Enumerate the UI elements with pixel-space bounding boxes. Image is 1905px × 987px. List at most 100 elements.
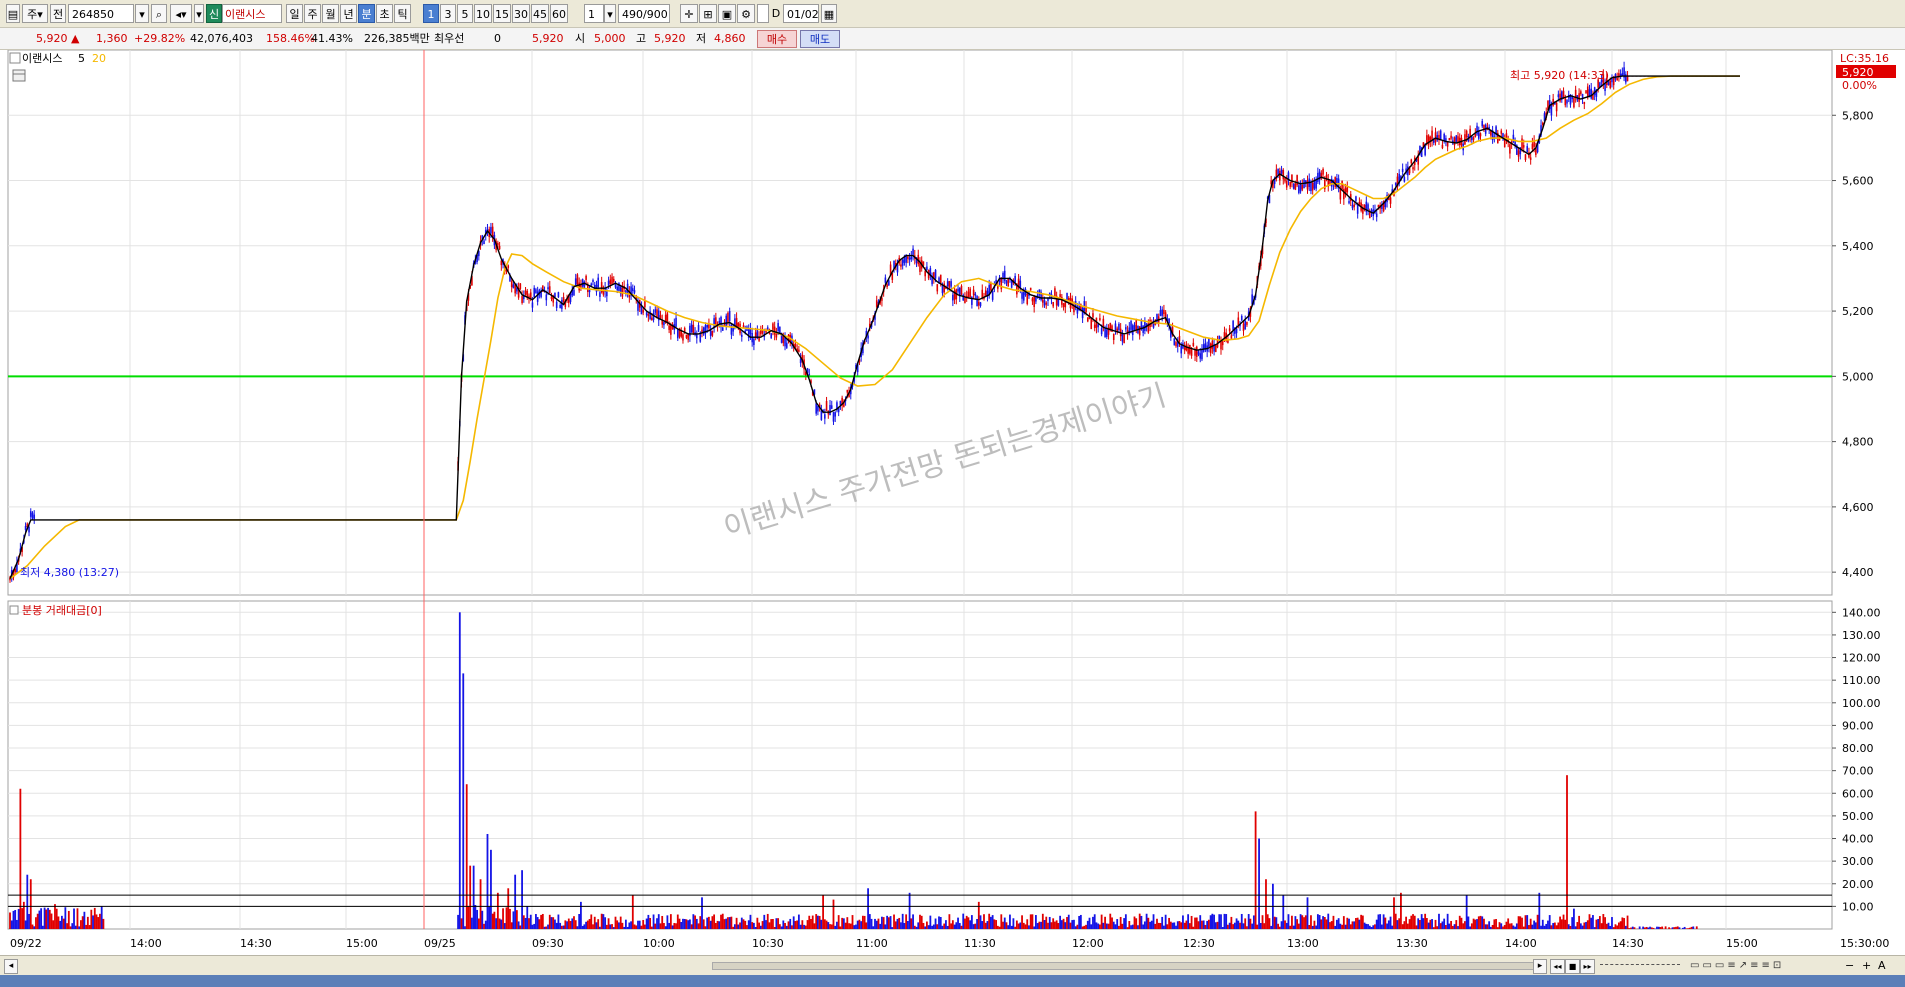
candle-body <box>559 304 561 308</box>
stop-icon[interactable]: ■ <box>1565 959 1580 974</box>
candle-body <box>690 324 693 333</box>
volume-bar <box>893 914 895 929</box>
volume-bar <box>24 920 27 929</box>
play-next-icon[interactable]: ▸▸ <box>1580 959 1595 974</box>
gear-icon[interactable]: ⚙ <box>737 4 755 23</box>
volume-bar <box>1066 917 1068 929</box>
stock-name[interactable]: 이랜시스 <box>222 4 282 23</box>
candle-body <box>924 271 926 277</box>
period-button-4[interactable]: 분 <box>358 4 375 23</box>
interval-button-5[interactable]: 5 <box>457 4 473 23</box>
volume-bar <box>1502 926 1504 929</box>
crosshair-icon[interactable]: ✛ <box>680 4 698 23</box>
scroll-thumb[interactable] <box>712 962 1534 970</box>
volume-bar <box>1384 917 1387 929</box>
scroll-right-icon[interactable]: ▸ <box>1533 959 1547 974</box>
volume-bar <box>770 919 773 929</box>
candle-body <box>770 333 772 338</box>
interval-button-1[interactable]: 1 <box>423 4 439 23</box>
volume-bar <box>1337 918 1340 929</box>
period-button-3[interactable]: 년 <box>340 4 357 23</box>
volume-legend-box-icon[interactable] <box>9 605 19 615</box>
scroll-left-icon[interactable]: ◂ <box>4 959 18 974</box>
step-dropdown-icon[interactable]: ▾ <box>604 4 616 23</box>
volume-bar <box>1188 923 1191 929</box>
font-size-button[interactable]: A <box>1878 959 1894 972</box>
code-input[interactable]: 264850 <box>68 4 134 23</box>
candle-body <box>1439 130 1442 141</box>
sell-button[interactable]: 매도 <box>800 30 840 48</box>
volume-bar <box>1420 914 1423 929</box>
interval-button-45[interactable]: 45 <box>531 4 549 23</box>
volume-bar <box>1349 924 1352 929</box>
volume-bar <box>66 923 68 929</box>
interval-button-15[interactable]: 15 <box>493 4 511 23</box>
volume-bar <box>1232 924 1235 929</box>
period-button-0[interactable]: 일 <box>286 4 303 23</box>
calendar-icon[interactable] <box>12 69 26 82</box>
candle-body <box>606 291 608 297</box>
step-input[interactable]: 1 <box>584 4 604 23</box>
buy-button[interactable]: 매수 <box>757 30 797 48</box>
volume-bar <box>1176 921 1179 929</box>
chart-canvas[interactable]: 09/22 14:00 14:30 15:00 09/25 09:30 10:00 10:30… <box>0 50 1905 955</box>
horizontal-scrollbar[interactable]: ◂ ▸ ◂◂ ■ ▸▸ ▭▭▭≡↗≡≡⊡ − + A <box>0 955 1905 975</box>
interval-button-3[interactable]: 3 <box>440 4 456 23</box>
candle-body <box>1500 130 1503 134</box>
volume-bar <box>758 922 760 929</box>
candle-body <box>1301 184 1304 190</box>
zoom-out-icon[interactable]: − <box>1845 959 1859 972</box>
period-button-2[interactable]: 월 <box>322 4 339 23</box>
date-input[interactable]: 01/02 <box>783 4 819 23</box>
period-button-1[interactable]: 주 <box>304 4 321 23</box>
menu-icon[interactable]: ▤ <box>6 4 20 23</box>
tool-icons[interactable]: ▭▭▭≡↗≡≡⊡ <box>1690 959 1840 972</box>
period-button-5[interactable]: 초 <box>376 4 393 23</box>
volume-bar <box>545 926 548 929</box>
interval-button-30[interactable]: 30 <box>512 4 530 23</box>
x-tick-label: 15:00 <box>346 937 378 950</box>
code-dropdown-icon[interactable]: ▾ <box>135 4 149 23</box>
zoom-in-icon[interactable]: + <box>1862 959 1876 972</box>
interval-button-60[interactable]: 60 <box>550 4 568 23</box>
period-button-6[interactable]: 틱 <box>394 4 411 23</box>
legend-box-icon[interactable] <box>9 52 21 64</box>
legend-name[interactable]: 이랜시스 <box>22 52 62 65</box>
arrow-down-icon[interactable]: ▾ <box>194 4 204 23</box>
volume-bar <box>1457 926 1459 929</box>
volume-bar <box>1054 921 1056 929</box>
search-icon[interactable]: ⌕ <box>151 4 167 23</box>
volume-bar <box>744 920 747 929</box>
play-back-icon[interactable]: ◂◂ <box>1550 959 1565 974</box>
legend-ma5[interactable]: 5 <box>78 52 85 65</box>
candle-body <box>798 349 800 352</box>
candle-body <box>1522 145 1525 148</box>
change-value: 1,360 <box>96 32 128 45</box>
market-select[interactable]: 주▾ <box>22 4 48 23</box>
candle-body <box>1099 318 1101 321</box>
legend-ma20[interactable]: 20 <box>92 52 106 65</box>
volume-bar <box>490 849 492 929</box>
count-field[interactable]: 490/900 <box>618 4 670 23</box>
volume-bar <box>1562 914 1565 929</box>
candle-body <box>1559 93 1561 102</box>
save-icon[interactable]: ▣ <box>718 4 736 23</box>
d-checkbox[interactable] <box>757 4 769 23</box>
interval-button-10[interactable]: 10 <box>474 4 492 23</box>
volume-bar <box>683 918 686 929</box>
volume-bar <box>1336 919 1338 929</box>
sound-icon[interactable]: ◂▾ <box>170 4 192 23</box>
candle-body <box>1076 308 1079 314</box>
candle-body <box>1317 172 1319 182</box>
volume-bar <box>711 916 714 929</box>
candle-body <box>562 296 565 302</box>
volume-bar <box>825 920 828 929</box>
volume-bar <box>1592 915 1594 929</box>
volume-bar <box>515 910 518 929</box>
compare-icon[interactable]: ⊞ <box>699 4 717 23</box>
volume-bar <box>1135 918 1138 929</box>
calendar-icon[interactable]: ▦ <box>821 4 837 23</box>
volume-legend[interactable]: 분봉 거래대금[0] <box>22 604 102 617</box>
volume-bar <box>1164 914 1167 929</box>
market-mode[interactable]: 전 <box>50 4 66 23</box>
